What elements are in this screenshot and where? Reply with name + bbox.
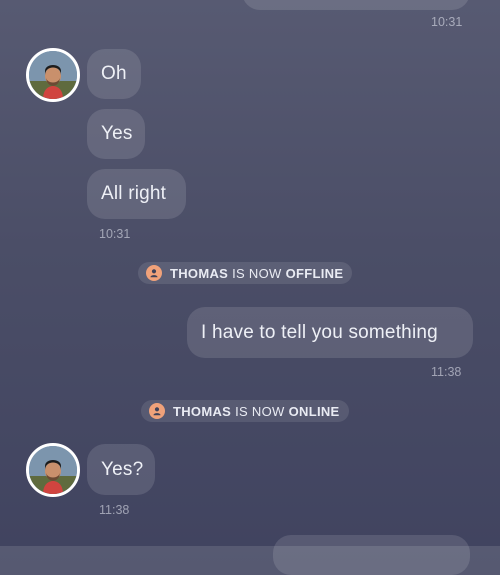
message-timestamp: 11:38 bbox=[431, 365, 462, 379]
message-text: Yes? bbox=[101, 458, 144, 480]
message-timestamp: 10:31 bbox=[431, 15, 463, 29]
message-timestamp: 11:38 bbox=[99, 503, 130, 517]
incoming-message-bubble[interactable]: Oh bbox=[87, 49, 141, 99]
chat-thread[interactable]: 10:31 Oh Yes All right 10:31 THOMAS IS N… bbox=[0, 0, 500, 575]
outgoing-message-bubble-partial[interactable] bbox=[242, 0, 470, 10]
message-text: Oh bbox=[101, 63, 127, 84]
status-user-name: THOMAS bbox=[170, 265, 229, 281]
message-text: Yes bbox=[101, 123, 133, 144]
incoming-message-bubble[interactable]: Yes? bbox=[87, 444, 155, 495]
status-notice-online: THOMAS IS NOW ONLINE bbox=[141, 400, 349, 422]
avatar-photo bbox=[29, 51, 77, 99]
user-icon bbox=[146, 265, 162, 281]
status-state: OFFLINE bbox=[285, 265, 344, 281]
status-user-name: THOMAS bbox=[173, 403, 232, 419]
user-icon bbox=[149, 403, 165, 419]
avatar-photo bbox=[29, 446, 77, 494]
outgoing-message-bubble-partial[interactable] bbox=[273, 535, 470, 575]
message-timestamp: 10:31 bbox=[99, 227, 131, 241]
contact-avatar[interactable] bbox=[26, 48, 80, 102]
status-text: IS NOW bbox=[235, 403, 285, 419]
message-text: I have to tell you something bbox=[201, 321, 438, 343]
contact-avatar[interactable] bbox=[26, 443, 80, 497]
status-text: IS NOW bbox=[232, 265, 282, 281]
outgoing-message-bubble[interactable]: I have to tell you something bbox=[187, 307, 473, 358]
status-notice-offline: THOMAS IS NOW OFFLINE bbox=[138, 262, 353, 284]
incoming-message-bubble[interactable]: All right bbox=[87, 169, 186, 219]
status-state: ONLINE bbox=[288, 403, 340, 419]
message-text: All right bbox=[101, 183, 167, 204]
incoming-message-bubble[interactable]: Yes bbox=[87, 109, 145, 159]
